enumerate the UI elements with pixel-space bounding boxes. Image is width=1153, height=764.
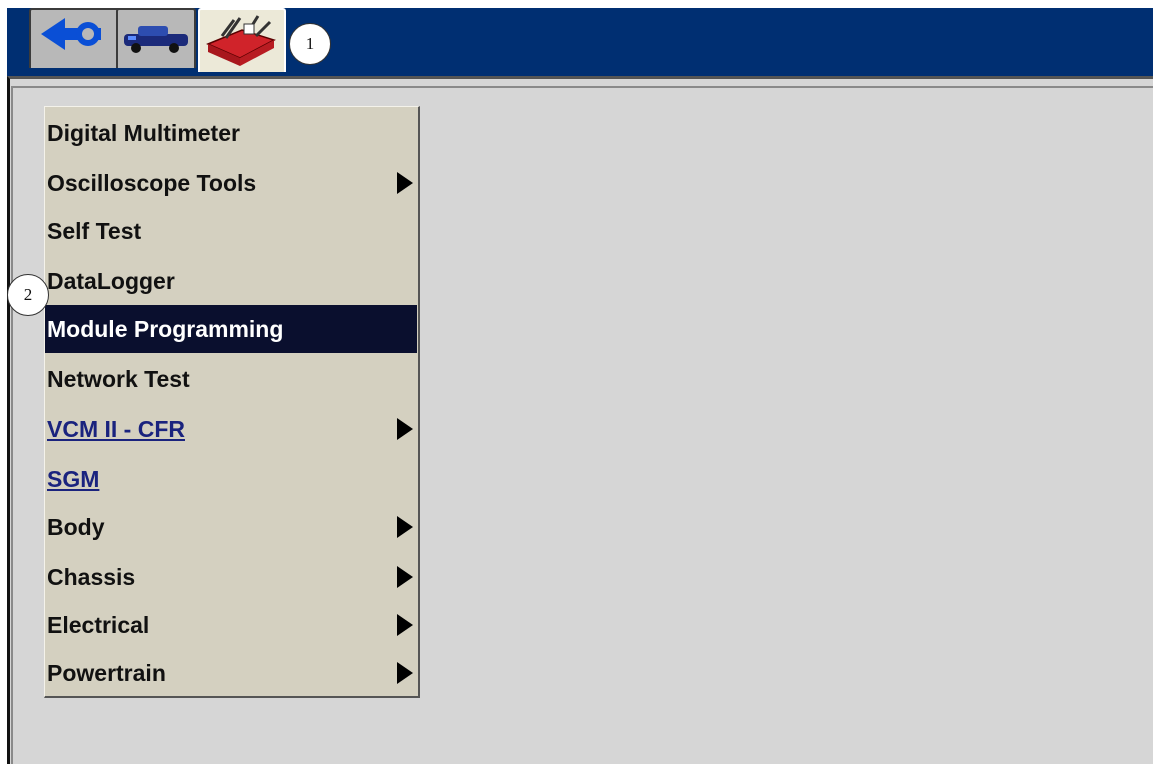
menu-item-vcm-ii-cfr[interactable]: VCM II - CFR [45,405,417,453]
menu-item-label: Digital Multimeter [47,119,240,146]
menu-item-label: Body [47,513,105,540]
submenu-arrow-icon [397,172,413,194]
menu-item-module-programming[interactable]: Module Programming [45,305,417,353]
menu-item-digital-multimeter[interactable]: Digital Multimeter [45,109,417,157]
toolbox-icon [206,15,276,66]
menu-item-network-test[interactable]: Network Test [45,355,417,403]
submenu-arrow-icon [397,566,413,588]
menu-item-body[interactable]: Body [45,503,417,551]
submenu-arrow-icon [397,516,413,538]
tab-back[interactable] [29,8,121,68]
menu-item-label: Network Test [47,365,190,392]
menu-item-label: Module Programming [47,315,284,342]
menu-item-label: Chassis [47,563,136,590]
tab-vehicle[interactable] [116,8,196,68]
submenu-arrow-icon [397,614,413,636]
vehicle-icon [124,26,188,53]
menu-item-label: Self Test [47,217,142,244]
menu-item-datalogger[interactable]: DataLogger [45,257,417,305]
menu-item-oscilloscope-tools[interactable]: Oscilloscope Tools [45,159,417,207]
menu-item-label: Oscilloscope Tools [47,169,257,196]
menu-item-chassis[interactable]: Chassis [45,553,417,601]
tab-toolbox[interactable] [198,8,286,72]
menu-item-sgm[interactable]: SGM [45,455,417,503]
menu-item-self-test[interactable]: Self Test [45,207,417,255]
menu-item-label: VCM II - CFR [47,415,185,442]
callout-2: 2 [7,274,49,316]
menu-item-electrical[interactable]: Electrical [45,601,417,649]
menu-item-label: Powertrain [47,659,166,686]
menu-item-label: SGM [47,465,100,492]
menu-item-label: DataLogger [47,267,175,294]
app-window: 1 Digital Multimeter Oscilloscope Tools … [0,0,1153,764]
back-arrow-icon [41,18,101,50]
submenu-arrow-icon [397,662,413,684]
menu-item-label: Electrical [47,611,150,638]
submenu-arrow-icon [397,418,413,440]
tools-menu: Digital Multimeter Oscilloscope Tools Se… [44,106,420,698]
menu-item-powertrain[interactable]: Powertrain [45,649,417,697]
callout-1: 1 [289,23,331,65]
